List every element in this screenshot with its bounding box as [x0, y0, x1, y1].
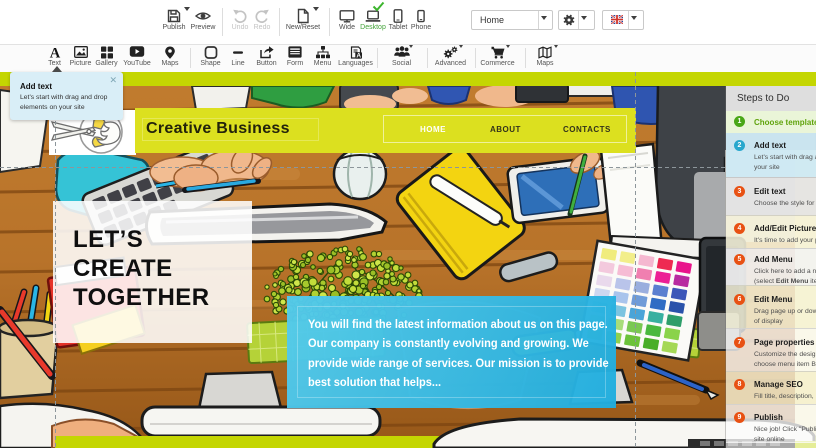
svg-text:A: A	[356, 53, 361, 59]
